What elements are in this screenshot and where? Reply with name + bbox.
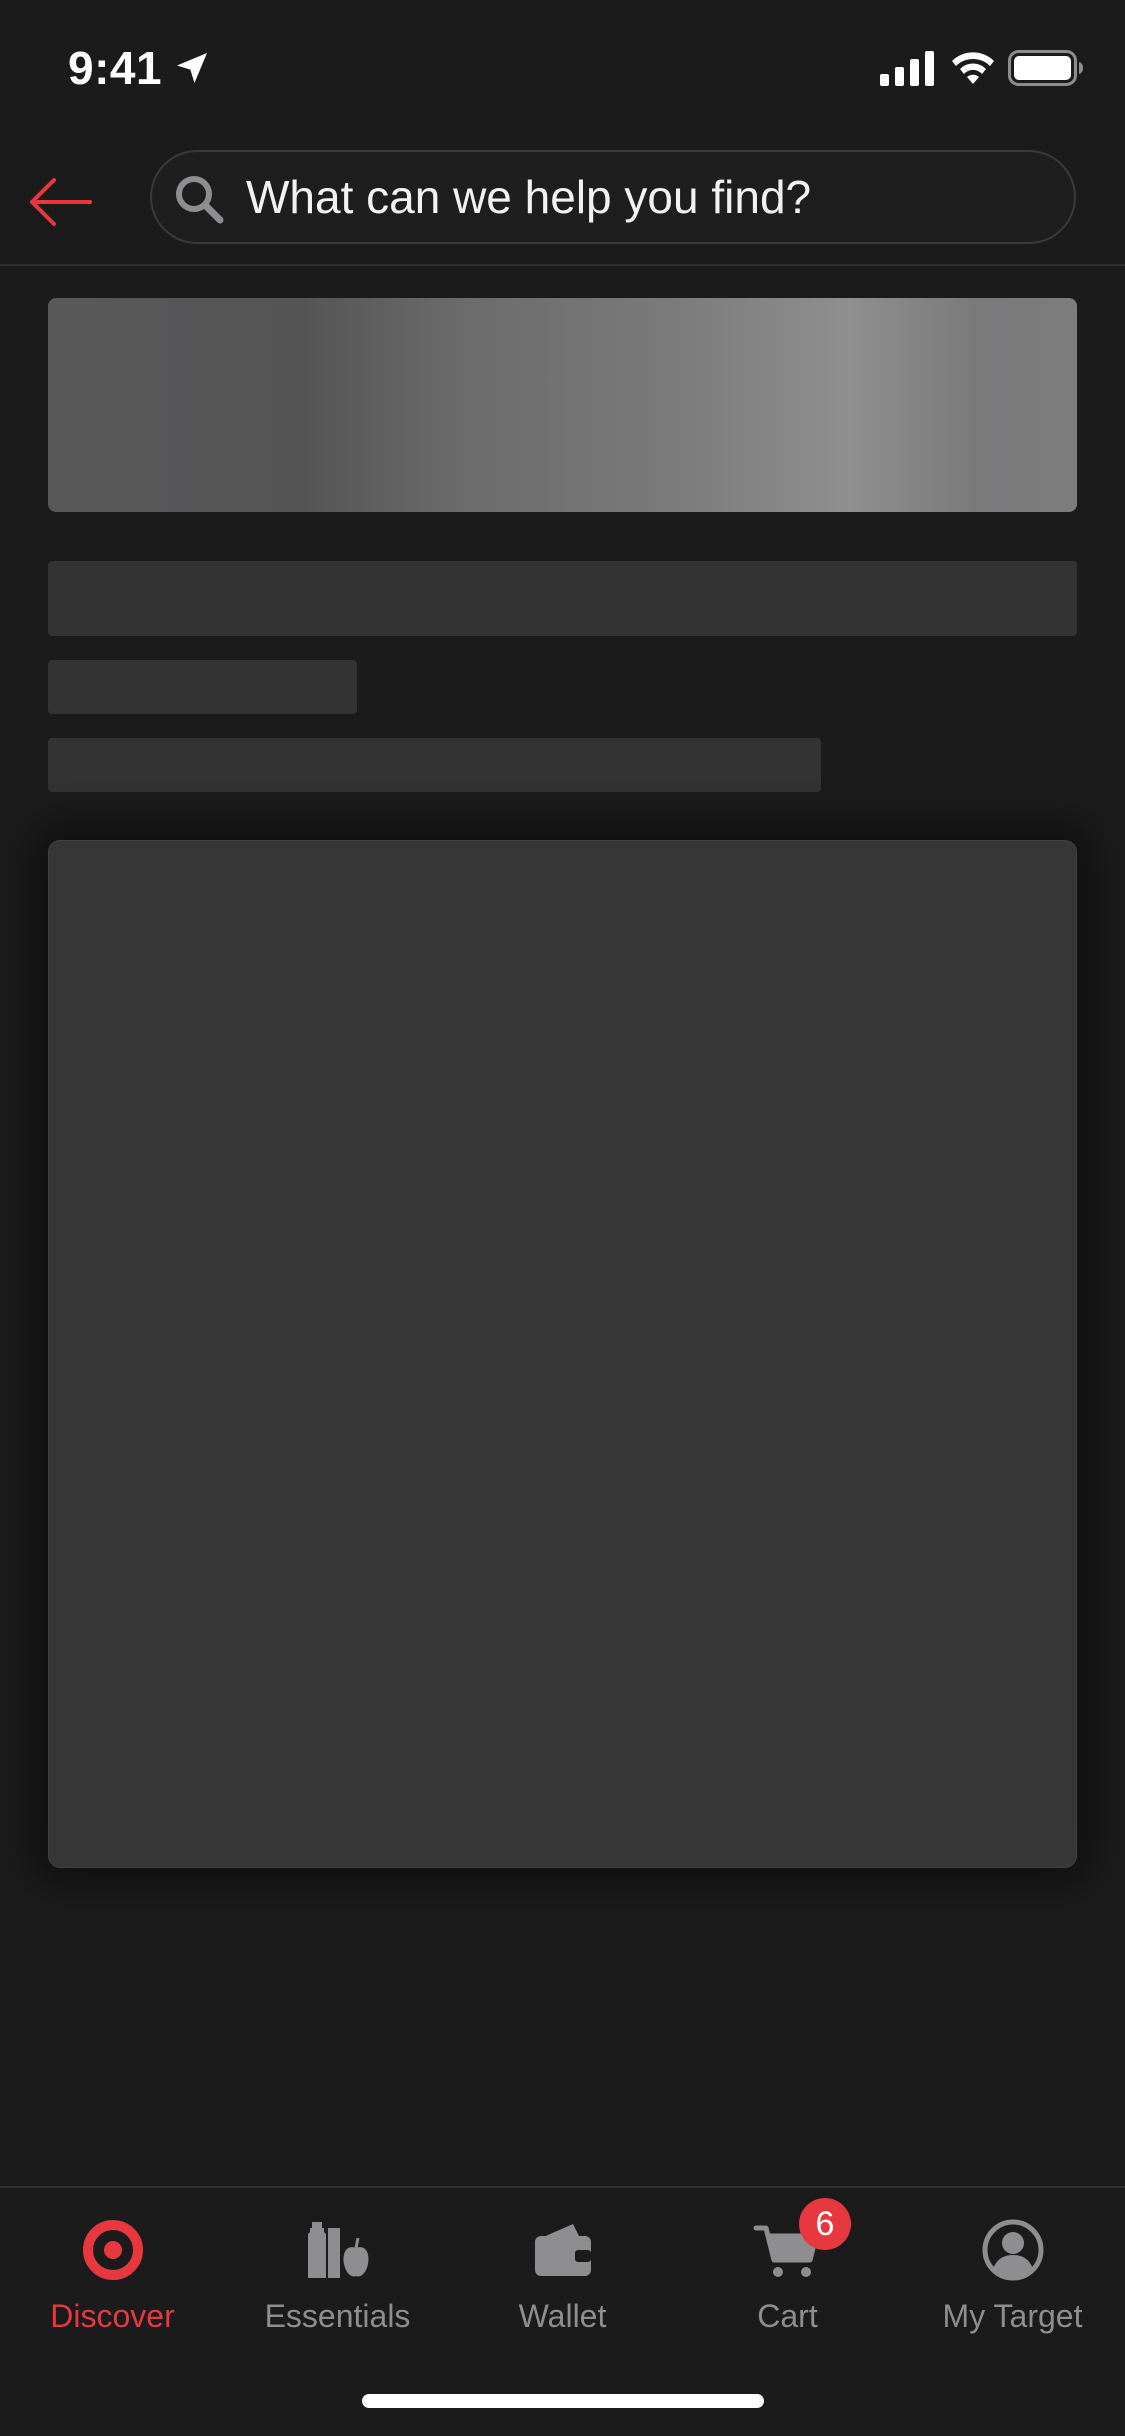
tab-essentials[interactable]: Essentials — [225, 2188, 450, 2358]
back-button[interactable] — [20, 162, 100, 242]
search-box[interactable] — [150, 150, 1076, 244]
grocery-icon — [307, 2222, 368, 2278]
search-loading-screen: 9:41 What can we help you find? Discover… — [0, 0, 1125, 2436]
tab-label: Essentials — [264, 2298, 411, 2334]
location-arrow-icon — [177, 53, 207, 83]
wifi-icon — [952, 52, 994, 84]
skeleton-medium-line — [48, 738, 821, 792]
arrow-left-icon — [30, 178, 92, 226]
search-input[interactable] — [246, 152, 1046, 242]
cellular-signal-icon — [880, 51, 934, 86]
home-indicator — [362, 2394, 764, 2408]
account-icon — [982, 2219, 1043, 2281]
skeleton-title-line — [48, 561, 1077, 636]
skeleton-short-line — [48, 660, 357, 714]
battery-full-icon — [1008, 50, 1083, 86]
search-header — [0, 132, 1125, 266]
tab-label: Discover — [50, 2298, 175, 2334]
status-time: 9:41 — [68, 42, 163, 94]
target-logo-icon — [82, 2220, 143, 2280]
search-icon — [176, 176, 224, 224]
tab-label: Cart — [757, 2298, 818, 2334]
tab-discover[interactable]: Discover — [0, 2188, 225, 2358]
tab-my-target[interactable]: My Target — [900, 2188, 1125, 2358]
cart-badge: 6 — [799, 2198, 851, 2250]
wallet-icon — [534, 2224, 591, 2276]
skeleton-content-card — [48, 840, 1077, 1868]
tab-wallet[interactable]: Wallet — [450, 2188, 675, 2358]
tab-label: My Target — [942, 2298, 1083, 2334]
status-bar: 9:41 — [0, 0, 1125, 132]
tab-label: Wallet — [518, 2298, 607, 2334]
skeleton-banner — [48, 298, 1077, 512]
tab-cart[interactable]: 6 Cart — [675, 2188, 900, 2358]
